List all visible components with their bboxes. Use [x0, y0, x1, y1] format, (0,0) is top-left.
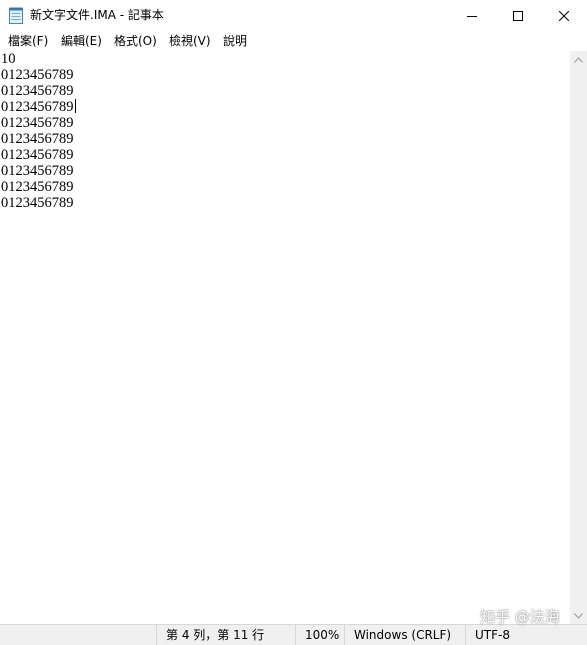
menu-format[interactable]: 格式(O) [114, 33, 157, 49]
notepad-window: 新文字文件.IMA - 記事本 檔案(F) 編輯(E) 格式(O) 檢視(V) … [0, 0, 587, 645]
status-line-ending: Windows (CRLF) [344, 625, 466, 645]
status-cursor-position: 第 4 列，第 11 行 [156, 625, 296, 645]
menu-view[interactable]: 檢視(V) [169, 33, 211, 49]
notepad-icon [9, 7, 23, 24]
title-bar[interactable]: 新文字文件.IMA - 記事本 [0, 0, 587, 31]
text-line: 0123456789 [1, 99, 76, 115]
maximize-icon [513, 10, 523, 21]
watermark: 知乎 @法海 [480, 608, 560, 626]
menu-edit[interactable]: 編輯(E) [61, 33, 102, 49]
menu-file[interactable]: 檔案(F) [8, 33, 48, 49]
close-icon [559, 10, 569, 21]
scroll-down-button[interactable] [570, 607, 587, 624]
text-line: 0123456789 [1, 163, 74, 179]
text-line: 0123456789 [1, 131, 74, 147]
status-bar: 第 4 列，第 11 行 100% Windows (CRLF) UTF-8 [0, 624, 587, 645]
menu-bar: 檔案(F) 編輯(E) 格式(O) 檢視(V) 說明 [0, 31, 587, 51]
text-line: 0123456789 [1, 67, 74, 83]
text-line: 0123456789 [1, 115, 74, 131]
status-encoding: UTF-8 [465, 625, 587, 645]
text-line: 0123456789 [1, 195, 74, 211]
chevron-down-icon [574, 612, 583, 619]
status-zoom: 100% [295, 625, 344, 645]
minimize-icon [467, 15, 477, 17]
menu-help[interactable]: 說明 [223, 33, 247, 49]
text-editor[interactable]: 10 0123456789 0123456789 0123456789 01234567… [0, 51, 570, 624]
text-caret [74, 99, 76, 113]
text-line: 0123456789 [1, 147, 74, 163]
scroll-up-button[interactable] [570, 51, 587, 68]
text-line: 0123456789 [1, 83, 74, 99]
text-line: 0123456789 [1, 179, 74, 195]
vertical-scrollbar[interactable] [570, 51, 587, 624]
window-title: 新文字文件.IMA - 記事本 [30, 8, 164, 22]
maximize-button[interactable] [495, 0, 541, 31]
text-line: 10 [1, 51, 16, 67]
close-button[interactable] [541, 0, 587, 31]
minimize-button[interactable] [449, 0, 495, 31]
chevron-up-icon [574, 56, 583, 63]
